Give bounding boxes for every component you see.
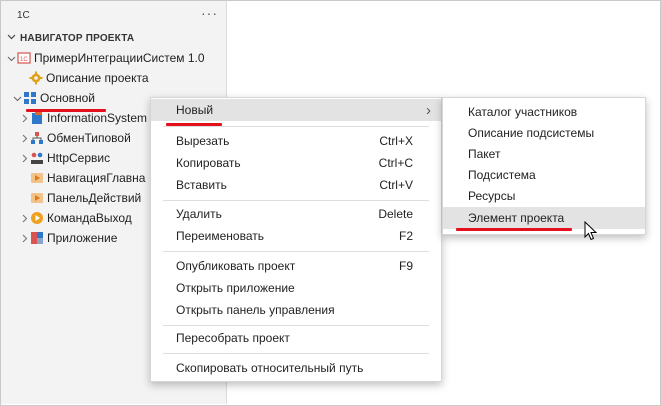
context-menu: Новый › Вырезать Ctrl+X Копировать Ctrl+… — [150, 97, 442, 382]
tree-item-label: InformationSystem — [47, 111, 148, 125]
tree-item-label: HttpСервис — [47, 151, 111, 165]
menu-item-publish-project[interactable]: Опубликовать проект F9 — [151, 255, 441, 277]
tree-item-obmen-tipovoy[interactable]: ОбменТиповой — [18, 128, 131, 148]
menu-separator — [163, 353, 429, 354]
project-icon: 1C — [17, 51, 31, 65]
chevron-down-icon — [7, 32, 16, 44]
chevron-down-icon — [5, 54, 17, 63]
section-title-navigator[interactable]: НАВИГАТОР ПРОЕКТА — [7, 32, 134, 44]
chevron-right-icon — [18, 234, 30, 243]
submenu-item-project-element[interactable]: Элемент проекта — [443, 207, 645, 229]
section-title-label: НАВИГАТОР ПРОЕКТА — [20, 32, 135, 44]
subsystem-grid-icon — [23, 91, 37, 105]
tree-item-label: НавигацияГлавна — [47, 171, 146, 185]
menu-item-open-control-panel[interactable]: Открыть панель управления — [151, 299, 441, 321]
tree-item-command-exit[interactable]: КомандаВыход — [18, 208, 132, 228]
chevron-right-icon: › — [426, 101, 431, 119]
tree-item-http-service[interactable]: HttpСервис — [18, 148, 110, 168]
tree-item-project[interactable]: 1C ПримерИнтеграцииСистем 1.0 — [5, 48, 205, 68]
tree-item-label: ПанельДействий — [47, 191, 142, 205]
chevron-right-icon — [18, 134, 30, 143]
tree-item-osnovnoy[interactable]: Основной — [5, 88, 95, 108]
submenu-item-subsystem[interactable]: Подсистема — [443, 164, 645, 186]
submenu-item-participants-catalog[interactable]: Каталог участников — [443, 101, 645, 123]
menu-separator — [163, 251, 429, 252]
menu-separator — [163, 126, 429, 127]
menu-item-cut[interactable]: Вырезать Ctrl+X — [151, 130, 441, 152]
menu-separator — [163, 325, 429, 326]
menu-item-copy-relative-path[interactable]: Скопировать относительный путь — [151, 357, 441, 379]
panel-header: 1C — [17, 10, 30, 21]
chevron-right-icon — [18, 114, 30, 123]
tree-item-label: КомандаВыход — [47, 211, 132, 225]
menu-separator — [163, 200, 429, 201]
tree-item-label: ОбменТиповой — [47, 131, 131, 145]
submenu-item-subsystem-description[interactable]: Описание подсистемы — [443, 122, 645, 144]
tree-item-navigation[interactable]: НавигацияГлавна — [18, 168, 145, 188]
menu-item-copy[interactable]: Копировать Ctrl+C — [151, 152, 441, 174]
more-actions-icon[interactable]: ··· — [201, 5, 218, 21]
submenu-item-package[interactable]: Пакет — [443, 143, 645, 165]
submenu-new: Каталог участников Описание подсистемы П… — [442, 97, 646, 235]
menu-item-open-app[interactable]: Открыть приложение — [151, 277, 441, 299]
http-service-icon — [30, 151, 44, 165]
svg-text:1C: 1C — [20, 57, 28, 63]
annotation-underline — [456, 228, 572, 231]
annotation-underline — [26, 109, 106, 112]
application-icon — [30, 231, 44, 245]
menu-item-rebuild-project[interactable]: Пересобрать проект — [151, 327, 441, 349]
tree-item-project-description[interactable]: Описание проекта — [17, 68, 149, 88]
tree-item-label: Приложение — [47, 231, 118, 245]
action-panel-icon — [30, 191, 44, 205]
tree-item-label: ПримерИнтеграцииСистем 1.0 — [34, 51, 205, 65]
tree-item-action-panel[interactable]: ПанельДействий — [18, 188, 141, 208]
submenu-item-resources[interactable]: Ресурсы — [443, 185, 645, 207]
exchange-icon — [30, 131, 44, 145]
tree-item-label: Основной — [40, 91, 96, 105]
menu-item-delete[interactable]: Удалить Delete — [151, 203, 441, 225]
menu-item-paste[interactable]: Вставить Ctrl+V — [151, 174, 441, 196]
gear-icon — [29, 71, 43, 85]
tree-item-application[interactable]: Приложение — [18, 228, 117, 248]
tree-item-label: Описание проекта — [46, 71, 149, 85]
command-icon — [30, 211, 44, 225]
menu-item-rename[interactable]: Переименовать F2 — [151, 225, 441, 247]
information-system-icon — [30, 111, 44, 125]
menu-item-new[interactable]: Новый › — [151, 99, 441, 121]
chevron-down-icon — [11, 94, 23, 103]
annotation-underline — [166, 123, 222, 126]
navigation-icon — [30, 171, 44, 185]
mouse-cursor-icon — [584, 220, 598, 244]
chevron-right-icon — [18, 154, 30, 163]
chevron-right-icon — [18, 214, 30, 223]
